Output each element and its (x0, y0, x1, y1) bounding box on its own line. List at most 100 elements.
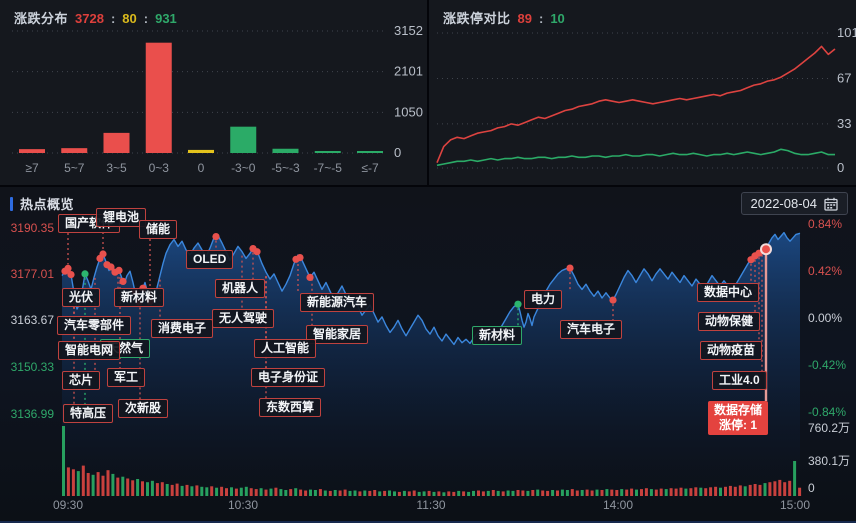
time-tick: 14:00 (603, 498, 633, 512)
distribution-title: 涨跌分布 (14, 8, 68, 27)
top-panels: 涨跌分布 3728: 80: 931 3152210110500≥75~73~5… (0, 0, 856, 185)
sector-tag[interactable]: 新材料 (114, 288, 164, 307)
panel-distribution: 涨跌分布 3728: 80: 931 3152210110500≥75~73~5… (0, 0, 429, 185)
highlight-sector-name: 数据存储 (714, 403, 762, 418)
sector-tag[interactable]: 智能电网 (58, 341, 120, 360)
bar-0 (188, 150, 214, 153)
axis-tick: 33 (837, 116, 851, 131)
hotspot-title: 热点概览 (20, 194, 74, 213)
pct-tick: -0.42% (808, 358, 846, 372)
stock-dashboard: 涨跌分布 3728: 80: 931 3152210110500≥75~73~5… (0, 0, 856, 523)
up-count: 3728 (75, 11, 104, 26)
time-tick: 11:30 (416, 498, 445, 512)
sector-tag[interactable]: 无人驾驶 (212, 309, 274, 328)
colon: : (144, 11, 148, 26)
sector-tag[interactable]: 电子身份证 (251, 368, 325, 387)
limit-down-line (437, 149, 835, 165)
limit-compare-title: 涨跌停对比 (443, 8, 511, 27)
sector-tag[interactable]: 工业4.0 (712, 371, 767, 390)
axis-tick: ≥7 (25, 161, 39, 175)
sector-tag[interactable]: 机器人 (215, 279, 265, 298)
sector-tag[interactable]: 电力 (524, 290, 562, 309)
axis-tick: 0 (837, 160, 844, 175)
hotspot-index-chart: 3190.353177.013163.673150.333136.990.84%… (0, 187, 856, 521)
axis-tick: 3152 (394, 23, 423, 38)
price-tick: 3177.01 (11, 267, 55, 281)
axis-tick: -5~-3 (271, 161, 300, 175)
sector-tag[interactable]: 储能 (139, 220, 177, 239)
sector-tag[interactable]: 数据中心 (697, 283, 759, 302)
axis-tick: 3~5 (106, 161, 127, 175)
bar--5~-3 (273, 149, 299, 153)
sector-tag[interactable]: 光伏 (62, 288, 100, 307)
axis-tick: 1050 (394, 104, 423, 119)
hotspot-header: 热点概览 (10, 194, 74, 213)
distribution-header: 涨跌分布 3728: 80: 931 (14, 8, 177, 27)
limit-compare-svg: 101 67 33 0 (429, 0, 856, 185)
colon: : (111, 11, 115, 26)
limit-down-count: 10 (550, 11, 564, 26)
panel-hotspot: 热点概览 2022-08-04 3190.353177.013163.67315… (0, 185, 856, 523)
sector-tag[interactable]: 特高压 (63, 404, 113, 423)
limit-compare-line-chart: 101 67 33 0 (429, 0, 856, 185)
sector-tag[interactable]: 次新股 (118, 399, 168, 418)
sector-tag[interactable]: 消费电子 (151, 319, 213, 338)
axis-tick: 0 (394, 145, 401, 160)
bar-≥7 (19, 149, 45, 153)
gridlines (12, 31, 386, 153)
axis-tick: 0~3 (149, 161, 170, 175)
axis-tick: ≤-7 (361, 161, 379, 175)
distribution-bar-chart: 3152210110500≥75~73~50~30-3~0-5~-3-7~-5≤… (0, 0, 427, 185)
pct-tick: -0.84% (808, 405, 846, 419)
pct-tick: 0.84% (808, 217, 842, 231)
price-tick: 3136.99 (11, 407, 55, 421)
axis-tick: 2101 (394, 64, 423, 79)
sector-tag[interactable]: 汽车零部件 (57, 316, 131, 335)
highlight-dot (761, 244, 771, 254)
pct-tick: 760.2万 (808, 421, 850, 435)
pct-tick: 0.42% (808, 264, 842, 278)
pct-tick: 0 (808, 481, 815, 495)
bar--7~-5 (315, 151, 341, 153)
date-picker[interactable]: 2022-08-04 (741, 192, 849, 215)
sector-tag[interactable]: 人工智能 (254, 339, 316, 358)
index-area (62, 233, 800, 496)
date-value: 2022-08-04 (751, 196, 818, 211)
bar--3~0 (230, 127, 256, 153)
price-tick: 3190.35 (11, 221, 55, 235)
bar-≤-7 (357, 151, 383, 153)
sector-tag[interactable]: 动物保健 (698, 312, 760, 331)
bar-0~3 (146, 43, 172, 153)
sector-tag[interactable]: 新能源汽车 (300, 293, 374, 312)
limit-up-line (437, 46, 835, 162)
sector-tag[interactable]: 汽车电子 (560, 320, 622, 339)
sector-tag[interactable]: 芯片 (62, 371, 100, 390)
flat-count: 80 (122, 11, 136, 26)
sector-tag[interactable]: 动物疫苗 (700, 341, 762, 360)
limit-compare-header: 涨跌停对比 89: 10 (443, 8, 565, 27)
accent-bar (10, 197, 13, 211)
sector-tag[interactable]: 东数西算 (259, 398, 321, 417)
axis-tick: 0 (198, 161, 205, 175)
distribution-bars (19, 43, 383, 153)
sector-tag[interactable]: OLED (186, 250, 233, 269)
down-count: 931 (155, 11, 177, 26)
axis-tick: 67 (837, 70, 851, 85)
bar-5~7 (61, 148, 87, 153)
panel-limit-compare: 涨跌停对比 89: 10 101 67 33 0 (429, 0, 856, 185)
sector-tag[interactable]: 军工 (107, 368, 145, 387)
axis-tick: -7~-5 (314, 161, 343, 175)
highlight-limit-count: 涨停: 1 (714, 418, 762, 433)
sector-tag[interactable]: 新材料 (472, 326, 522, 345)
axis-tick: -3~0 (231, 161, 256, 175)
time-tick: 10:30 (228, 498, 258, 512)
pct-tick: 0.00% (808, 311, 842, 325)
highlight-sector-tooltip[interactable]: 数据存储涨停: 1 (708, 401, 768, 435)
price-tick: 3163.67 (11, 313, 55, 327)
calendar-icon (824, 197, 838, 211)
bar-3~5 (104, 133, 130, 153)
axis-tick: 101 (837, 25, 856, 40)
pct-tick: 380.1万 (808, 454, 850, 468)
limit-up-count: 89 (518, 11, 532, 26)
time-tick: 15:00 (780, 498, 810, 512)
